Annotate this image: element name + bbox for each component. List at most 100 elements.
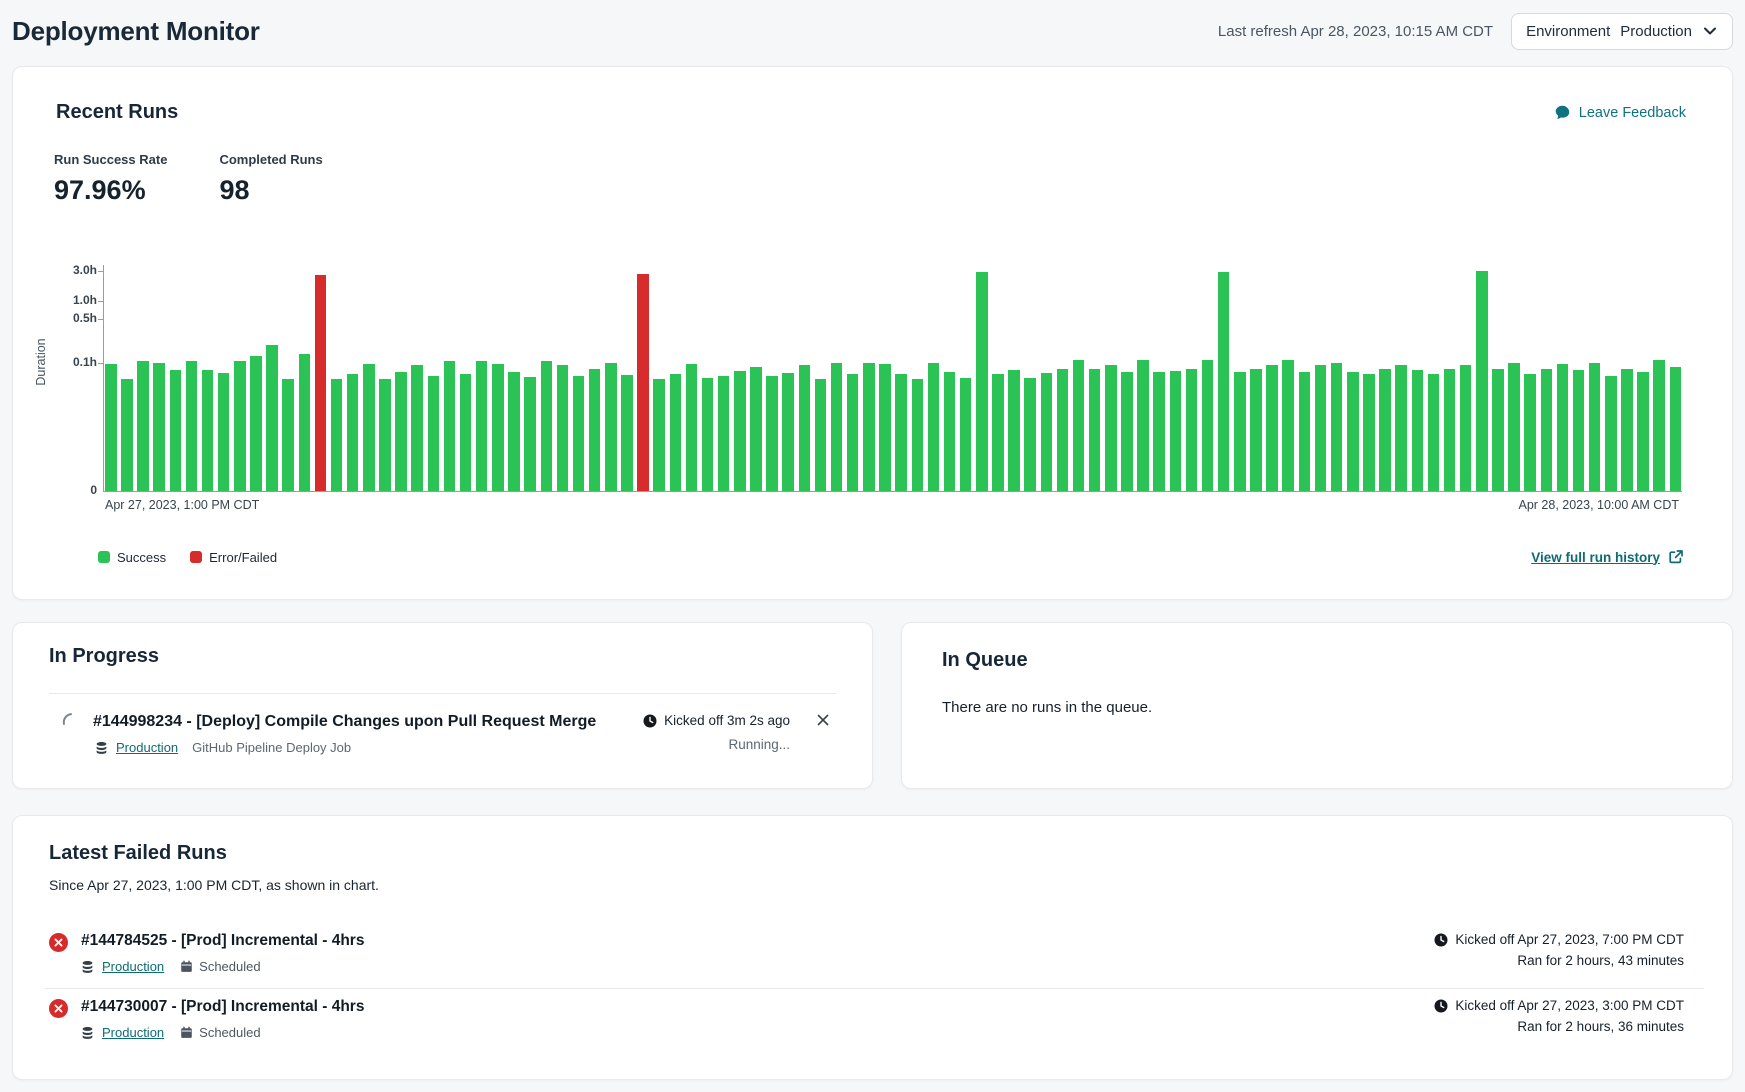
chart-bar-success bbox=[702, 378, 714, 491]
in-progress-card: In Progress #144998234 - [Deploy] Compil… bbox=[12, 622, 873, 789]
chart-bar-success bbox=[589, 369, 601, 491]
chart-bar-success bbox=[1266, 365, 1278, 491]
view-full-run-history-label: View full run history bbox=[1531, 550, 1660, 565]
environment-selector[interactable]: Environment Production bbox=[1511, 13, 1733, 50]
divider bbox=[45, 988, 1704, 989]
chart-bar-success bbox=[299, 354, 311, 491]
chart-bar-success bbox=[799, 365, 811, 491]
chart-bar-success bbox=[1476, 271, 1488, 491]
chart-bar-success bbox=[734, 371, 746, 491]
environment-link[interactable]: Production bbox=[102, 1025, 164, 1040]
chart-bar-success bbox=[976, 272, 988, 491]
chart-bar-success bbox=[815, 379, 827, 491]
chart-bar-success bbox=[460, 374, 472, 491]
clock-icon bbox=[1434, 999, 1448, 1013]
legend-label: Success bbox=[117, 550, 166, 565]
failed-status-icon bbox=[49, 999, 68, 1018]
x-axis-line bbox=[103, 491, 1682, 492]
chart-bar-success bbox=[234, 361, 246, 491]
page-header: Deployment Monitor Last refresh Apr 28, … bbox=[12, 0, 1733, 62]
recent-runs-card: Recent Runs Leave Feedback Run Success R… bbox=[12, 66, 1733, 600]
chart-bar-success bbox=[282, 379, 294, 491]
dismiss-run-button[interactable] bbox=[814, 711, 832, 732]
environment-value: Production bbox=[1620, 23, 1692, 40]
in-progress-run-title: #144998234 - [Deploy] Compile Changes up… bbox=[93, 713, 596, 731]
in-queue-title: In Queue bbox=[942, 649, 1028, 672]
chart-bar-success bbox=[879, 364, 891, 491]
chart-bar-success bbox=[508, 372, 520, 491]
legend-item-error-failed[interactable]: Error/Failed bbox=[190, 550, 277, 565]
chart-bar-success bbox=[766, 376, 778, 491]
environment-link[interactable]: Production bbox=[116, 740, 178, 755]
chart-bar-success bbox=[750, 367, 762, 491]
chart-bar-success bbox=[1041, 373, 1053, 491]
chart-bar-success bbox=[847, 374, 859, 491]
chart-bar-success bbox=[411, 365, 423, 491]
chevron-down-icon bbox=[1702, 23, 1718, 39]
chart-bar-success bbox=[686, 364, 698, 491]
chart-bar-success bbox=[1573, 370, 1585, 491]
chart-bar-success bbox=[1137, 360, 1149, 491]
chart-bar-success bbox=[1621, 369, 1633, 491]
chart-bar-success bbox=[1524, 374, 1536, 491]
external-link-icon bbox=[1668, 549, 1684, 565]
chart-bar-success bbox=[153, 363, 165, 491]
chart-bar-success bbox=[492, 364, 504, 491]
chart-bar-failed bbox=[637, 274, 649, 491]
chart-bar-success bbox=[170, 370, 182, 491]
view-full-run-history-link[interactable]: View full run history bbox=[1531, 549, 1684, 565]
chart-bar-success bbox=[331, 379, 343, 491]
chart-bar-success bbox=[895, 374, 907, 491]
y-tick-label: 1.0h bbox=[41, 293, 97, 307]
chart-bar-success bbox=[1218, 272, 1230, 491]
chart-bar-success bbox=[1589, 363, 1601, 491]
environment-link[interactable]: Production bbox=[102, 959, 164, 974]
failed-status-icon bbox=[49, 933, 68, 952]
job-name: GitHub Pipeline Deploy Job bbox=[192, 740, 351, 755]
chart-bar-success bbox=[1492, 369, 1504, 491]
calendar-icon bbox=[180, 1026, 193, 1039]
chart-bar-success bbox=[992, 374, 1004, 491]
database-icon bbox=[95, 741, 108, 755]
chart-bar-success bbox=[1379, 369, 1391, 491]
y-tick-label: 0.5h bbox=[41, 311, 97, 325]
run-status-text: Running... bbox=[643, 737, 790, 752]
last-refresh-text: Last refresh Apr 28, 2023, 10:15 AM CDT bbox=[1218, 23, 1493, 40]
chart-bar-success bbox=[1073, 360, 1085, 491]
chart-bar-success bbox=[1670, 367, 1682, 491]
y-tick-label: 3.0h bbox=[41, 263, 97, 277]
chart-bar-success bbox=[1541, 369, 1553, 491]
queue-empty-message: There are no runs in the queue. bbox=[942, 699, 1152, 716]
chart-bar-success bbox=[1444, 369, 1456, 491]
chart-bar-success bbox=[218, 373, 230, 491]
chart-bar-success bbox=[1460, 365, 1472, 491]
chart-bar-success bbox=[670, 374, 682, 491]
database-icon bbox=[81, 960, 94, 974]
chart-bar-success bbox=[1121, 372, 1133, 491]
chart-bar-success bbox=[363, 364, 375, 491]
chart-bar-success bbox=[121, 379, 133, 491]
chart-bar-success bbox=[1508, 363, 1520, 491]
environment-label: Environment bbox=[1526, 23, 1610, 40]
chart-bar-success bbox=[524, 377, 536, 491]
failed-run-row: #144730007 - [Prod] Incremental - 4hrs P… bbox=[49, 998, 1684, 1040]
chart-bar-success bbox=[1008, 370, 1020, 491]
chart-bar-success bbox=[1234, 372, 1246, 491]
y-axis-line bbox=[103, 265, 104, 492]
clock-icon bbox=[1434, 933, 1448, 947]
chart-bar-success bbox=[347, 374, 359, 491]
chart-bar-success bbox=[1428, 374, 1440, 491]
in-progress-title: In Progress bbox=[49, 645, 159, 668]
chart-bar-success bbox=[1653, 360, 1665, 491]
chart-bar-success bbox=[1412, 370, 1424, 491]
chart-bar-success bbox=[1637, 372, 1649, 491]
chart-bar-success bbox=[960, 378, 972, 491]
chart-bar-success bbox=[428, 376, 440, 491]
close-icon bbox=[816, 713, 830, 727]
legend-item-success[interactable]: Success bbox=[98, 550, 166, 565]
chart-bar-success bbox=[782, 373, 794, 491]
chart-bar-success bbox=[573, 376, 585, 491]
kicked-off-text: Kicked off Apr 27, 2023, 3:00 PM CDT bbox=[1455, 998, 1684, 1013]
chart-bar-success bbox=[1299, 372, 1311, 491]
in-queue-card: In Queue There are no runs in the queue. bbox=[901, 622, 1733, 789]
